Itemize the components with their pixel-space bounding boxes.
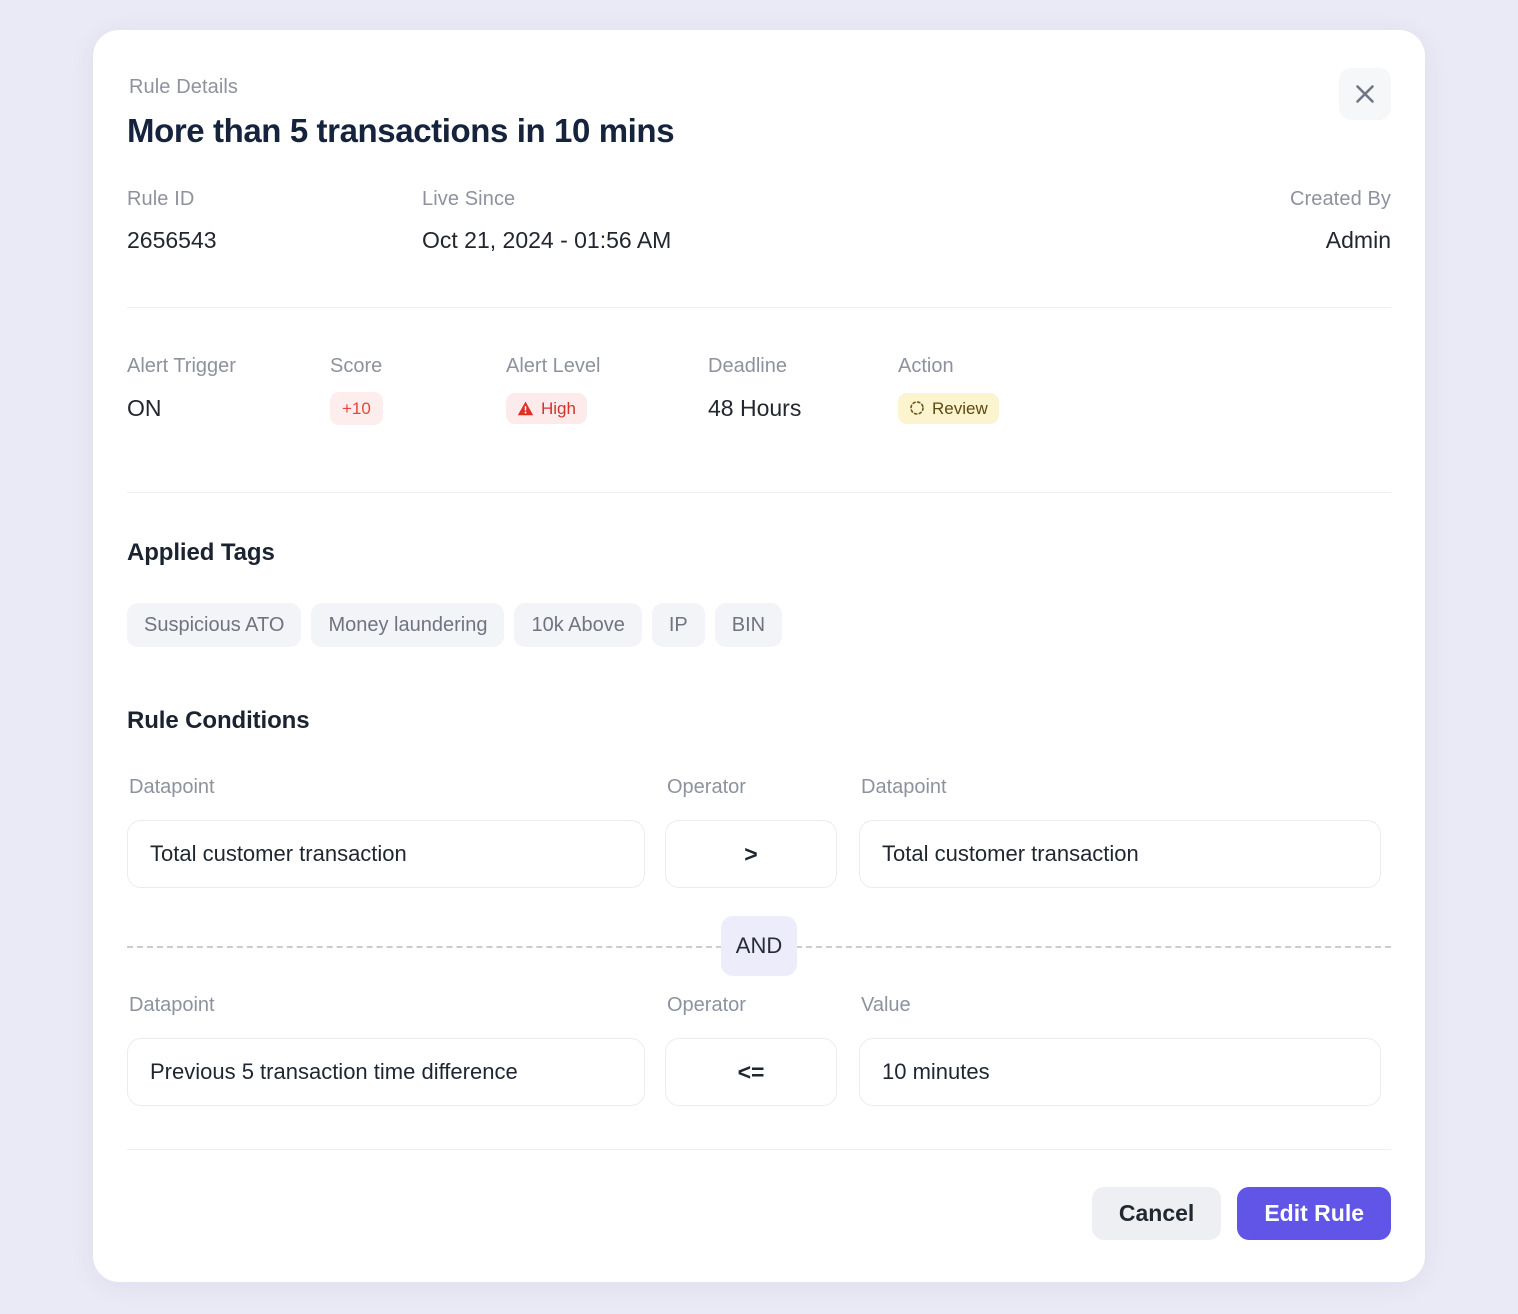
condition-joiner-row: AND bbox=[127, 916, 1391, 976]
action-badge-label: Review bbox=[932, 398, 988, 418]
cancel-button[interactable]: Cancel bbox=[1091, 1187, 1222, 1240]
condition-operator-label: Operator bbox=[667, 776, 746, 798]
tag-item[interactable]: BIN bbox=[714, 603, 783, 647]
alert-trigger-value: ON bbox=[127, 394, 162, 421]
condition-left-input[interactable]: Previous 5 transaction time difference bbox=[127, 1038, 645, 1106]
applied-tags-title: Applied Tags bbox=[127, 539, 275, 566]
attribute-alert-level: Alert Level High bbox=[506, 355, 601, 425]
condition-operator-input[interactable]: <= bbox=[665, 1038, 837, 1106]
rule-details-modal: Rule Details More than 5 transactions in… bbox=[93, 30, 1425, 1282]
alert-level-badge: High bbox=[506, 392, 587, 424]
breadcrumb: Rule Details bbox=[129, 76, 239, 98]
tag-item[interactable]: Money laundering bbox=[311, 603, 505, 647]
meta-created-by-label: Created By bbox=[1289, 188, 1391, 210]
action-badge: Review bbox=[898, 392, 999, 424]
attribute-score: Score +10 bbox=[330, 355, 383, 425]
condition-left-label: Datapoint bbox=[129, 776, 215, 798]
divider bbox=[127, 492, 1391, 493]
deadline-value: 48 Hours bbox=[708, 394, 802, 421]
score-badge: +10 bbox=[330, 391, 383, 425]
condition-operator-label: Operator bbox=[667, 994, 746, 1016]
tag-item[interactable]: 10k Above bbox=[514, 603, 642, 647]
meta-created-by: Created By Admin bbox=[1290, 188, 1391, 254]
page-title: More than 5 transactions in 10 mins bbox=[127, 112, 675, 149]
tag-item[interactable]: IP bbox=[651, 603, 705, 647]
meta-live-since: Live Since Oct 21, 2024 - 01:56 AM bbox=[422, 188, 671, 254]
divider bbox=[127, 307, 1391, 308]
attribute-alert-trigger: Alert Trigger ON bbox=[127, 355, 236, 425]
condition-right-label: Datapoint bbox=[861, 776, 947, 798]
condition-operator-input[interactable]: > bbox=[665, 820, 837, 888]
condition-right-input[interactable]: 10 minutes bbox=[859, 1038, 1381, 1106]
meta-rule-id: Rule ID 2656543 bbox=[127, 188, 217, 254]
rule-conditions-title: Rule Conditions bbox=[127, 707, 310, 734]
page-background: Rule Details More than 5 transactions in… bbox=[0, 0, 1518, 1314]
action-label: Action bbox=[898, 355, 954, 377]
edit-rule-button[interactable]: Edit Rule bbox=[1237, 1187, 1391, 1240]
condition-left-input[interactable]: Total customer transaction bbox=[127, 820, 645, 888]
meta-created-by-value: Admin bbox=[1325, 227, 1391, 253]
applied-tags-list: Suspicious ATO Money laundering 10k Abov… bbox=[127, 603, 783, 647]
alert-trigger-label: Alert Trigger bbox=[127, 355, 236, 377]
condition-right-input[interactable]: Total customer transaction bbox=[859, 820, 1381, 888]
meta-live-since-label: Live Since bbox=[422, 188, 516, 210]
close-button[interactable] bbox=[1339, 68, 1391, 120]
attribute-action: Action Review bbox=[898, 355, 999, 425]
dashed-circle-icon bbox=[909, 400, 925, 416]
close-icon bbox=[1352, 81, 1378, 107]
meta-row: Rule ID 2656543 Live Since Oct 21, 2024 … bbox=[127, 188, 1391, 298]
alert-level-label: Alert Level bbox=[506, 355, 601, 377]
score-label: Score bbox=[330, 355, 383, 377]
meta-rule-id-label: Rule ID bbox=[127, 188, 195, 210]
warning-triangle-icon bbox=[517, 400, 534, 417]
attributes-row: Alert Trigger ON Score +10 Alert Level H… bbox=[127, 355, 1391, 455]
meta-live-since-value: Oct 21, 2024 - 01:56 AM bbox=[422, 227, 672, 253]
tag-item[interactable]: Suspicious ATO bbox=[127, 603, 302, 647]
condition-row: Datapoint Operator Datapoint Total custo… bbox=[127, 776, 1391, 888]
condition-joiner-chip[interactable]: AND bbox=[721, 916, 797, 976]
meta-rule-id-value: 2656543 bbox=[127, 227, 217, 253]
modal-footer: Cancel Edit Rule bbox=[1091, 1187, 1391, 1240]
condition-left-label: Datapoint bbox=[129, 994, 215, 1016]
condition-row: Datapoint Operator Value Previous 5 tran… bbox=[127, 994, 1391, 1106]
attribute-deadline: Deadline 48 Hours bbox=[708, 355, 801, 425]
alert-level-badge-label: High bbox=[541, 398, 576, 418]
divider bbox=[127, 1149, 1391, 1150]
condition-right-label: Value bbox=[861, 994, 911, 1016]
deadline-label: Deadline bbox=[708, 355, 787, 377]
